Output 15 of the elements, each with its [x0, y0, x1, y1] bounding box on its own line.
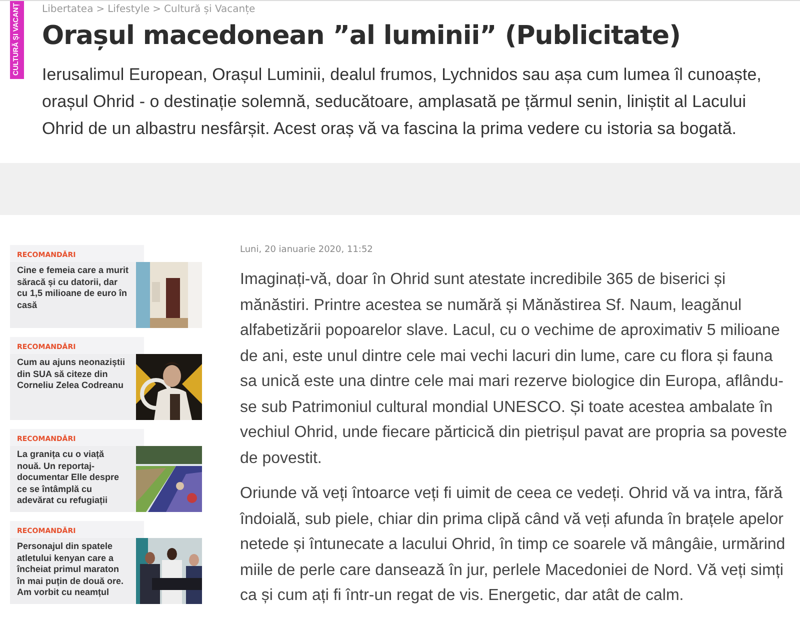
lead-paragraph: Ierusalimul European, Orașul Luminii, dealul frumos, Lychnidos sau așa cum lumea îl cunoaște, orașul Ohrid - o destinație solemnă, seducătoare, amplasată pe țărmul senin, liniștit al Lacului Ohrid de un albastru nesfârșit. Acest oraș vă va fascina la prima vedere cu istoria sa bogată. — [42, 64, 762, 140]
body-paragraph: Oriunde vă veți întoarce veți fi uimit de ceea ce vedeți. Ohrid vă va intra, fără îndoială, sub piele, chiar din prima clipă când vă veți afunda în brațele apelor netede și întunecate a lacului Ohrid, în timp ce soarele vă mângâie, urmărind miile de perle care dansează în jur, perlele Macedoniei de Nord. Vă veți simți ca și cum ați fi într-un regat de vis. Energetic, dar atât de calm. — [240, 484, 786, 606]
article-date: Luni, 20 ianuarie 2020, 11:52 — [240, 245, 374, 255]
breadcrumb-separator: > — [152, 4, 162, 15]
recommendation-card[interactable]: La granița cu o viață nouă. Un reportaj-documentar Elle despre ce se întâmplă cu adevărat cu refugiații — [10, 446, 202, 512]
recommendation-card[interactable]: Personajul din spatele atletului kenyan care a încheiat primul maraton în mai puțin de două ore. Am vorbit cu neamțul — [10, 538, 202, 604]
body-paragraph: Imaginați-vă, doar în Ohrid sunt atestate incredibile 365 de biserici și mănăstiri. Printre acestea se numără și Mănăstirea Sf. Naum, leagănul alfabetizării popoarelor slave. Lacul, cu o vechime de aproximativ 5 milioane de ani, este unul dintre cele mai vechi lacuri din lume, care cu flora și fauna sa unică este una dintre cele mai mari rezerve biologice din Europa, aflându-se sub Patrimoniul cultural mondial UNESCO. Și toate acestea ambalate în vechiul Ohrid, unde fiecare părticică din pietrișul pavat are propria sa poveste de povestit. — [240, 270, 788, 468]
article-title: Orașul macedonean ”al luminii” (Publicitate) — [42, 21, 682, 51]
recommendation-title[interactable]: Cum au ajuns neonaziștii din SUA să citeze din Corneliu Zelea Codreanu — [10, 354, 136, 420]
recommendation-title[interactable]: Cine e femeia care a murit săracă și cu datorii, dar cu 1,5 milioane de euro în casă — [10, 262, 136, 328]
recommendation-card[interactable]: Cum au ajuns neonaziștii din SUA să citeze din Corneliu Zelea Codreanu — [10, 354, 202, 420]
breadcrumb-separator: > — [96, 4, 105, 15]
recommendation-title[interactable]: La granița cu o viață nouă. Un reportaj-documentar Elle despre ce se întâmplă cu adevărat cu refugiații — [10, 446, 136, 512]
recommendation-card[interactable]: Cine e femeia care a murit săracă și cu datorii, dar cu 1,5 milioane de euro în casă — [10, 262, 202, 328]
recommendation-title[interactable]: Personajul din spatele atletului kenyan care a încheiat primul maraton în mai puțin de două ore. Am vorbit cu neamțul — [10, 538, 136, 604]
